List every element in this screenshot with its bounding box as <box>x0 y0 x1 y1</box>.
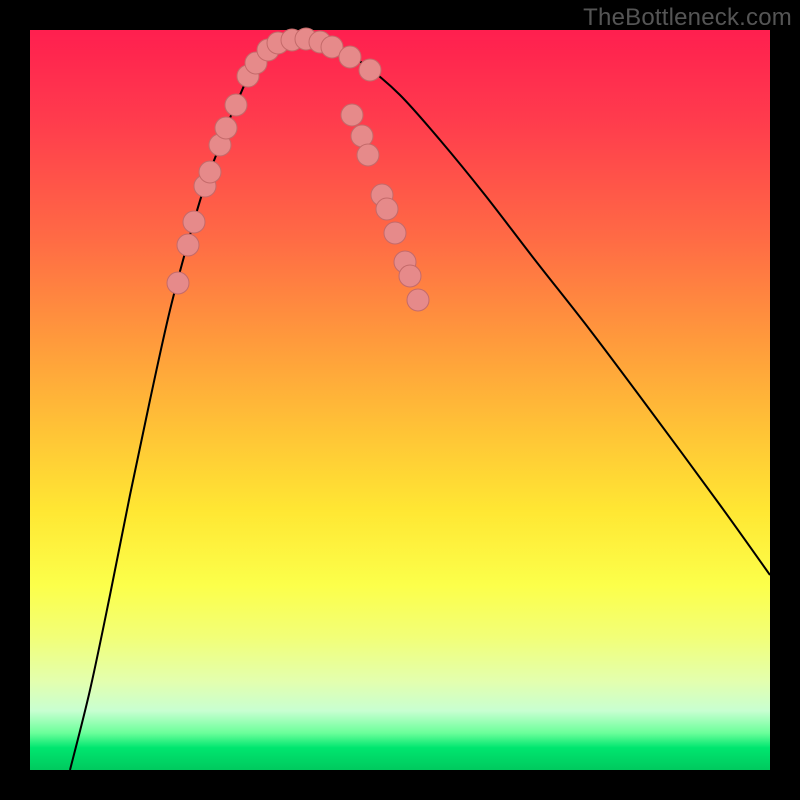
watermark-text: TheBottleneck.com <box>583 4 792 32</box>
data-point <box>357 144 379 166</box>
data-point-group <box>167 28 429 311</box>
chart-svg <box>30 30 770 770</box>
data-point <box>399 265 421 287</box>
data-point <box>225 94 247 116</box>
data-point <box>183 211 205 233</box>
data-point <box>215 117 237 139</box>
data-point <box>177 234 199 256</box>
data-point <box>167 272 189 294</box>
data-point <box>199 161 221 183</box>
chart-frame: TheBottleneck.com <box>0 0 800 800</box>
data-point <box>384 222 406 244</box>
data-point <box>339 46 361 68</box>
plot-area <box>30 30 770 770</box>
data-point <box>407 289 429 311</box>
bottleneck-curve <box>70 39 770 770</box>
data-point <box>376 198 398 220</box>
data-point <box>341 104 363 126</box>
data-point <box>359 59 381 81</box>
